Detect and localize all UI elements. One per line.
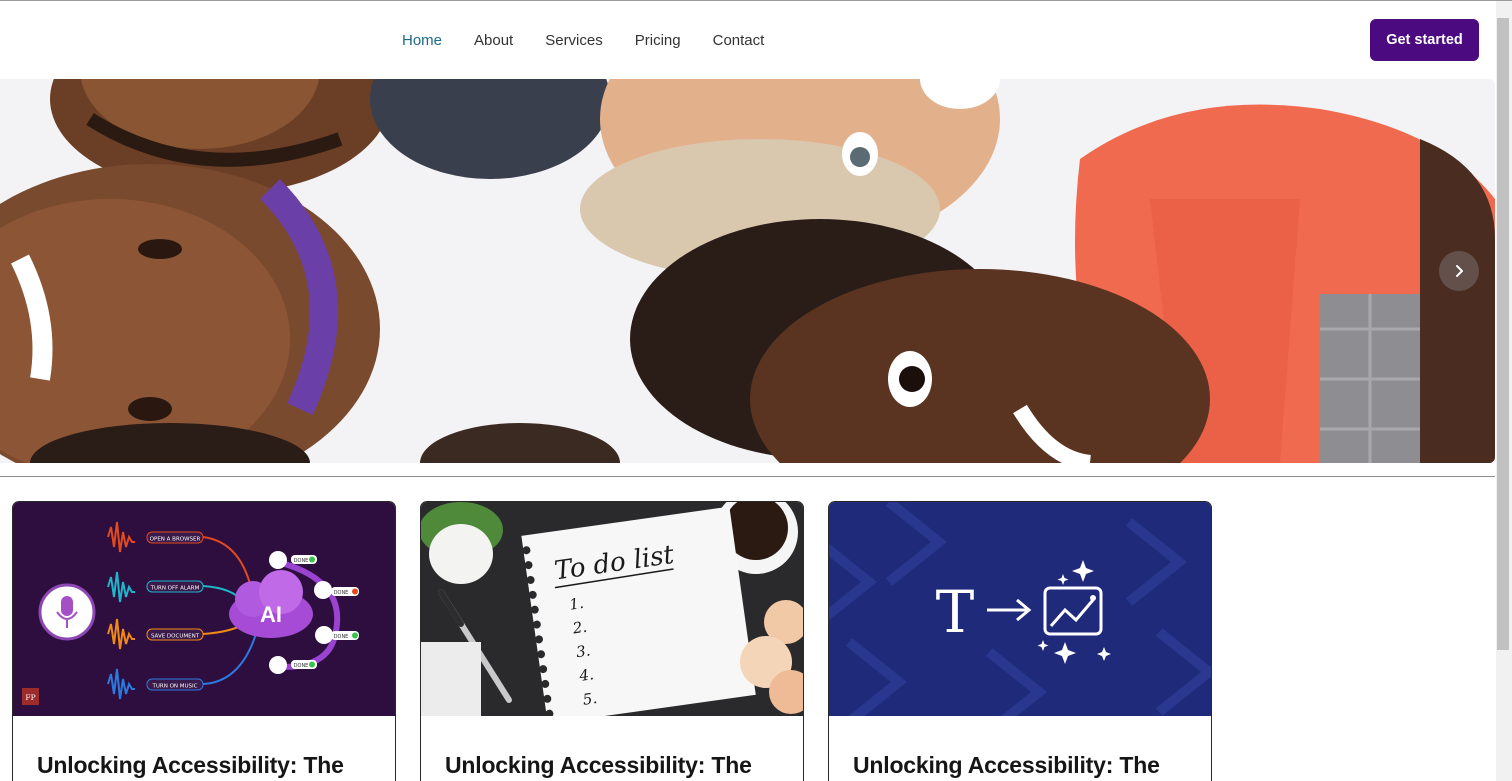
- card-title[interactable]: Unlocking Accessibility: The: [445, 752, 752, 779]
- svg-text:OPEN A BROWSER: OPEN A BROWSER: [150, 537, 201, 543]
- svg-text:SAVE DOCUMENT: SAVE DOCUMENT: [151, 634, 200, 640]
- page: Home About Services Pricing Contact Get …: [0, 0, 1512, 781]
- card-image-text-to-image: T: [829, 502, 1211, 716]
- nav-link-pricing[interactable]: Pricing: [619, 32, 697, 49]
- svg-text:T: T: [936, 578, 975, 646]
- article-card[interactable]: To do list 1. 2. 3. 4. 5. Unlocking Acce…: [420, 501, 804, 781]
- nav-link-services[interactable]: Services: [529, 32, 619, 49]
- svg-text:DONE: DONE: [334, 590, 349, 596]
- svg-text:DONE: DONE: [334, 634, 349, 640]
- scrollbar-thumb[interactable]: [1497, 18, 1509, 650]
- card-image-voice-ai: OPEN A BROWSER TURN OFF ALARM SAVE DOCUM…: [13, 502, 395, 716]
- article-card[interactable]: OPEN A BROWSER TURN OFF ALARM SAVE DOCUM…: [12, 501, 396, 781]
- nav-link-contact[interactable]: Contact: [697, 32, 781, 49]
- get-started-button[interactable]: Get started: [1370, 19, 1479, 61]
- svg-text:TURN ON MUSIC: TURN ON MUSIC: [152, 684, 198, 690]
- navbar: Home About Services Pricing Contact Get …: [0, 1, 1496, 79]
- carousel-next-button[interactable]: [1439, 251, 1479, 291]
- svg-text:TURN OFF ALARM: TURN OFF ALARM: [150, 586, 200, 592]
- svg-text:5.: 5.: [582, 689, 599, 709]
- hero-image: [0, 79, 1495, 463]
- article-card[interactable]: T Unlocking Accessibility: The: [828, 501, 1212, 781]
- nav-link-home[interactable]: Home: [386, 32, 458, 49]
- hero-carousel: [0, 79, 1495, 463]
- card-title[interactable]: Unlocking Accessibility: The: [853, 752, 1160, 779]
- nav-links: Home About Services Pricing Contact: [386, 1, 780, 79]
- svg-text:AI: AI: [260, 602, 282, 627]
- card-image-todo-list: To do list 1. 2. 3. 4. 5.: [421, 502, 803, 716]
- svg-text:DONE: DONE: [294, 663, 309, 669]
- svg-text:DONE: DONE: [294, 558, 309, 564]
- nav-link-about[interactable]: About: [458, 32, 529, 49]
- svg-text:FP: FP: [25, 693, 35, 702]
- card-title[interactable]: Unlocking Accessibility: The: [37, 752, 344, 779]
- svg-text:1.: 1.: [568, 594, 585, 614]
- svg-text:2.: 2.: [571, 618, 589, 638]
- svg-text:4.: 4.: [577, 665, 595, 685]
- section-divider: [0, 476, 1495, 477]
- svg-text:3.: 3.: [575, 641, 592, 661]
- chevron-right-icon: [1456, 265, 1463, 277]
